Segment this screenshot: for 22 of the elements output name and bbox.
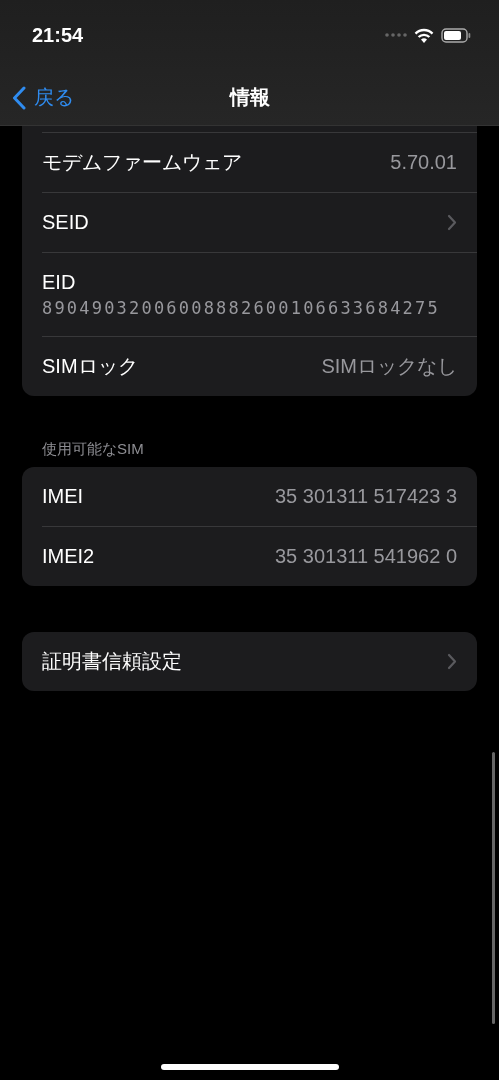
row-value: 35 301311 517423 3 [274,485,457,508]
row-value: SIMロックなし [321,354,457,379]
chevron-icon [447,214,457,231]
signal-dots-icon [385,33,407,37]
battery-icon [441,27,471,43]
row-value: 35 301311 541962 0 [274,545,457,568]
row-label: EID [42,271,76,294]
row-value: 5.70.01 [390,151,457,174]
row-label: IMEI [42,485,84,508]
wifi-icon [414,27,434,43]
back-chevron-icon [12,85,26,110]
back-button[interactable]: 戻る [10,82,76,113]
row-label: SEID [42,211,89,234]
row-label: 証明書信頼設定 [42,649,182,674]
chevron-icon [447,653,457,670]
row-value: 89049032006008882600106633684275 [42,298,440,318]
row-label: モデムファームウェア [42,150,242,175]
row-label: IMEI2 [42,545,95,568]
section-header: 使用可能なSIM [41,439,145,459]
row-label: SIMロック [42,354,138,379]
page-title: 情報 [229,85,270,110]
status-time: 21:54 [32,23,84,47]
